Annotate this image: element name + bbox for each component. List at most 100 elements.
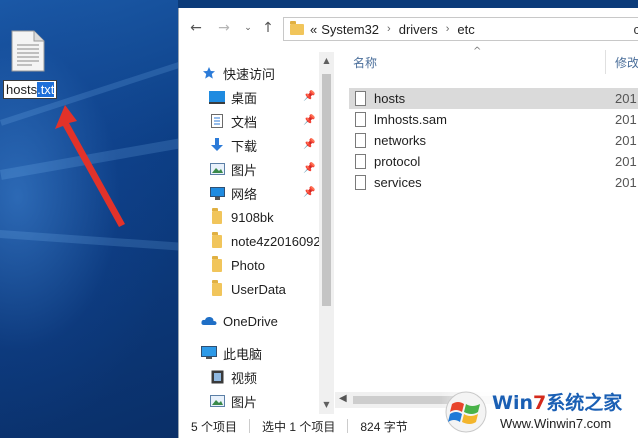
nav-item-onedrive[interactable]: OneDrive <box>201 310 278 332</box>
star-icon <box>201 66 217 80</box>
breadcrumb-system32[interactable]: System32 <box>317 22 383 37</box>
column-divider[interactable] <box>605 50 606 74</box>
nav-item-desktop[interactable]: 桌面 <box>209 86 257 108</box>
nav-item-label: 视频 <box>231 370 258 386</box>
file-row-networks[interactable]: networks 201 <box>349 130 638 151</box>
nav-pane-scrollbar[interactable]: ▲ ▼ <box>319 52 334 414</box>
nav-item-quick-access[interactable]: 快速访问 <box>201 62 275 84</box>
file-date: 201 <box>615 175 637 190</box>
video-icon <box>209 370 225 384</box>
pin-icon[interactable]: 📌 <box>303 139 315 150</box>
file-date: 201 <box>615 112 637 127</box>
navigation-pane: 快速访问 桌面 📌 文档 📌 下载 📌 图片 📌 网络 📌 9108bk not… <box>179 52 319 414</box>
pin-icon[interactable]: 📌 <box>303 163 315 174</box>
nav-item-label: UserData <box>231 281 286 297</box>
network-icon <box>209 186 225 200</box>
computer-icon <box>201 346 217 360</box>
nav-item-pictures-pc[interactable]: 图片 <box>209 390 257 412</box>
nav-item-label: 9108bk <box>231 209 274 225</box>
nav-item-label: 桌面 <box>231 90 258 106</box>
file-explorer-window: ← → ⌄ ↑ « System32 › drivers › etc c 快速访… <box>178 8 638 438</box>
pin-icon[interactable]: 📌 <box>303 187 315 198</box>
arrow-right-icon[interactable]: → <box>215 19 233 37</box>
sort-caret-icon: ^ <box>473 46 482 57</box>
folder-icon <box>290 20 304 35</box>
file-name: hosts <box>374 91 406 106</box>
breadcrumb-overflow[interactable]: « <box>310 22 317 37</box>
watermark-url: Www.Winwin7.com <box>500 416 612 431</box>
scroll-left-icon[interactable]: ◀ <box>339 393 347 404</box>
file-icon <box>355 91 366 106</box>
scroll-down-icon[interactable]: ▼ <box>319 400 334 409</box>
file-row-protocol[interactable]: protocol 201 <box>349 151 638 172</box>
text-file-icon[interactable] <box>10 30 46 72</box>
nav-item-pictures[interactable]: 图片 <box>209 158 257 180</box>
nav-item-label: 下载 <box>231 138 258 154</box>
file-date: 201 <box>615 133 637 148</box>
nav-item-label: 网络 <box>231 186 258 202</box>
desktop-background: hosts .txt <box>0 0 260 438</box>
nav-item-network[interactable]: 网络 <box>209 182 257 204</box>
nav-item-label: 快速访问 <box>223 66 276 82</box>
arrow-left-icon[interactable]: ← <box>187 19 205 37</box>
nav-item-label: 图片 <box>231 394 258 410</box>
nav-item-downloads[interactable]: 下载 <box>209 134 257 156</box>
file-icon <box>355 133 366 148</box>
status-selection: 选中 1 个项目 <box>262 419 336 434</box>
nav-item-folder-9108bk[interactable]: 9108bk <box>209 206 274 228</box>
desktop-icon <box>209 90 225 104</box>
file-row-services[interactable]: services 201 <box>349 172 638 193</box>
rename-base-text: hosts <box>6 82 38 97</box>
windows-logo-icon <box>445 391 487 433</box>
pictures-icon <box>209 394 225 408</box>
file-row-hosts[interactable]: hosts 201 <box>349 88 638 109</box>
watermark-title: Win7系统之家 <box>492 392 623 414</box>
download-icon <box>209 138 225 152</box>
scrollbar-thumb[interactable] <box>322 74 331 306</box>
nav-item-label: 图片 <box>231 162 258 178</box>
arrow-up-icon[interactable]: ↑ <box>259 19 277 37</box>
file-name: services <box>374 175 422 190</box>
breadcrumb-etc[interactable]: etc <box>453 22 478 37</box>
nav-item-this-pc[interactable]: 此电脑 <box>201 342 262 364</box>
cloud-icon <box>201 314 217 328</box>
pin-icon[interactable]: 📌 <box>303 91 315 102</box>
nav-item-label: note4z2016092 <box>231 233 319 249</box>
folder-icon <box>209 231 225 248</box>
nav-item-videos[interactable]: 视频 <box>209 366 257 388</box>
pin-icon[interactable]: 📌 <box>303 115 315 126</box>
folder-icon <box>209 255 225 272</box>
red-arrow-annotation <box>55 105 125 227</box>
scroll-up-icon[interactable]: ▲ <box>319 56 334 65</box>
column-header-modified[interactable]: 修改 <box>615 54 638 71</box>
site-watermark: Win7系统之家 Www.Winwin7.com <box>440 382 638 438</box>
nav-item-label: 此电脑 <box>223 346 263 362</box>
column-header-name[interactable]: 名称 <box>353 54 377 71</box>
file-name: lmhosts.sam <box>374 112 447 127</box>
breadcrumb-drivers[interactable]: drivers <box>395 22 442 37</box>
status-size: 824 字节 <box>360 419 408 434</box>
rename-input[interactable]: hosts .txt <box>3 80 58 99</box>
document-icon <box>209 114 225 128</box>
file-date: 201 <box>615 154 637 169</box>
chevron-right-icon[interactable]: › <box>442 23 454 35</box>
file-name: protocol <box>374 154 421 169</box>
folder-icon <box>209 279 225 296</box>
file-icon <box>355 175 366 190</box>
nav-item-folder-photo[interactable]: Photo <box>209 254 265 276</box>
file-row-lmhosts[interactable]: lmhosts.sam 201 <box>349 109 638 130</box>
chevron-right-icon[interactable]: › <box>383 23 395 35</box>
nav-item-label: Photo <box>231 257 265 273</box>
pictures-icon <box>209 162 225 176</box>
chevron-down-icon[interactable]: ⌄ <box>239 19 257 37</box>
nav-item-folder-note4z[interactable]: note4z2016092 <box>209 230 319 252</box>
refresh-icon[interactable]: c <box>634 22 638 37</box>
file-icon <box>355 154 366 169</box>
file-icon <box>355 112 366 127</box>
file-name: networks <box>374 133 427 148</box>
nav-item-folder-userdata[interactable]: UserData <box>209 278 286 300</box>
file-date: 201 <box>615 91 637 106</box>
nav-item-documents[interactable]: 文档 <box>209 110 257 132</box>
address-bar[interactable]: « System32 › drivers › etc c <box>283 17 638 41</box>
file-list-pane: ^ 名称 修改 hosts 201 lmhosts.sam 201 networ… <box>335 46 638 414</box>
